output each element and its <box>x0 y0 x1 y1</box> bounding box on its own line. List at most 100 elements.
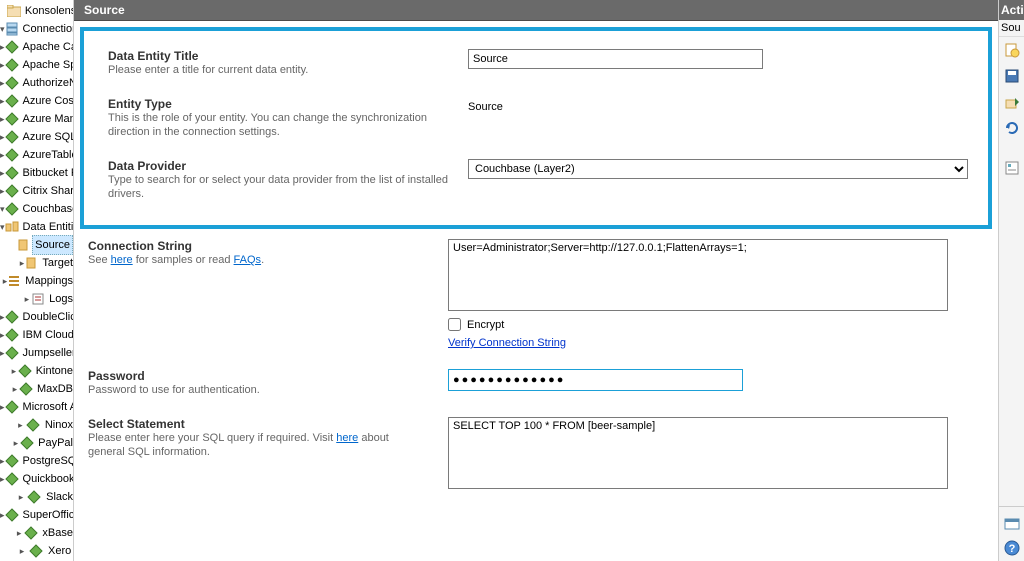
connection-icon <box>5 309 19 325</box>
tree-item-label: Apache Spark <box>21 56 74 74</box>
tree-item-label: Xero <box>46 542 71 560</box>
action-properties-button[interactable] <box>1001 157 1023 179</box>
tree-item-label: Azure CosmosDB <box>21 92 74 110</box>
tree-mappings[interactable]: ▸ Mappings <box>0 272 73 290</box>
svg-text:?: ? <box>1008 543 1015 555</box>
tree-item-label: Azure SQL <box>21 128 74 146</box>
connection-icon <box>5 111 19 127</box>
tree-connection[interactable]: ▸SuperOffice JSON <box>0 506 73 524</box>
verify-connection-link[interactable]: Verify Connection String <box>448 337 566 349</box>
et-desc: This is the role of your entity. You can… <box>108 111 448 139</box>
tree-connection[interactable]: ▸AzureTables <box>0 146 73 164</box>
tree-connection[interactable]: ▸DoubleClick AD Manager <box>0 308 73 326</box>
entity-icon <box>16 237 30 253</box>
tree-item-label: Microsoft Active Directory <box>21 398 74 416</box>
tree-de-label: Data Entities <box>21 218 74 236</box>
connection-icon <box>5 129 19 145</box>
connection-icon <box>5 57 19 73</box>
tree-item-label: AzureTables <box>21 146 74 164</box>
tree-connection[interactable]: ▸AuthorizeNet <box>0 74 73 92</box>
tree-target[interactable]: ▸ Target <box>0 254 73 272</box>
tree-item-label: Slack <box>44 488 73 506</box>
mappings-icon <box>7 273 21 289</box>
action-help-button[interactable]: ? <box>1001 537 1023 559</box>
cs-faqs-link[interactable]: FAQs <box>234 254 262 266</box>
connection-icon <box>19 381 33 397</box>
tree-data-entities[interactable]: ▾ Data Entities <box>0 218 73 236</box>
dp-title: Data Provider <box>108 159 448 173</box>
tree-connection[interactable]: ▸ Xero <box>0 542 73 560</box>
tree-connection[interactable]: ▸Apache Spark <box>0 56 73 74</box>
action-export-button[interactable] <box>1001 91 1023 113</box>
tree-mappings-label: Mappings <box>23 272 73 290</box>
tree-connection[interactable]: ▸ Kintone <box>0 362 73 380</box>
connection-icon <box>5 453 19 469</box>
expander-collapsed-icon[interactable]: ▸ <box>15 488 26 506</box>
tree-item-label: Apache Cassandra <box>21 38 74 56</box>
tree-connection[interactable]: ▸Bitbucket REST <box>0 164 73 182</box>
cs-desc: See here for samples or read FAQs. <box>88 253 428 267</box>
tree-connection[interactable]: ▸ Slack <box>0 488 73 506</box>
ss-title: Select Statement <box>88 417 428 431</box>
tree-connection[interactable]: ▸PayPal <box>0 434 73 452</box>
et-title: Entity Type <box>108 97 448 111</box>
expander-collapsed-icon[interactable]: ▸ <box>16 542 28 560</box>
expander-collapsed-icon[interactable]: ▸ <box>11 380 19 398</box>
tree-item-label: IBM Cloudant <box>21 326 74 344</box>
tree-connection[interactable]: ▸Microsoft Active Directory <box>0 398 73 416</box>
action-save-button[interactable] <box>1001 65 1023 87</box>
expander-collapsed-icon[interactable]: ▸ <box>15 416 26 434</box>
cs-here-link[interactable]: here <box>111 254 133 266</box>
folder-icon <box>7 3 21 19</box>
expander-collapsed-icon[interactable]: ▸ <box>12 434 21 452</box>
tree-item-label: DoubleClick AD Manager <box>21 308 74 326</box>
connection-string-input[interactable]: User=Administrator;Server=http://127.0.0… <box>448 239 948 311</box>
tree-connection[interactable]: ▸MaxDB <box>0 380 73 398</box>
server-icon <box>5 21 19 37</box>
tree-connection[interactable]: ▸PostgreSQL <box>0 452 73 470</box>
data-provider-select[interactable]: Couchbase (Layer2) <box>468 159 968 179</box>
action-refresh-button[interactable] <box>1001 117 1023 139</box>
tree-connection-manager[interactable]: ▾ Connection Manager <box>0 20 73 38</box>
tree-connection[interactable]: ▸IBM Cloudant <box>0 326 73 344</box>
expander-collapsed-icon[interactable]: ▸ <box>23 290 32 308</box>
pw-desc: Password to use for authentication. <box>88 383 428 397</box>
tree-item-label: Ninox <box>43 416 73 434</box>
logs-icon <box>31 291 45 307</box>
highlight-region: Data Entity Title Please enter a title f… <box>80 27 992 229</box>
tree-logs[interactable]: ▸ Logs <box>0 290 73 308</box>
data-entity-title-input[interactable] <box>468 49 763 69</box>
tree-connection[interactable]: ▸Quickbooks Online <box>0 470 73 488</box>
tree-connection[interactable]: ▸Azure CosmosDB <box>0 92 73 110</box>
tree-source[interactable]: ▶ Source <box>0 236 73 254</box>
tree-connection[interactable]: ▸Apache Cassandra <box>0 38 73 56</box>
expander-collapsed-icon[interactable]: ▸ <box>14 524 24 542</box>
tree-couchbase[interactable]: ▾ Couchbase <box>0 200 73 218</box>
tree-root-label: Konsolenstamm <box>23 2 74 20</box>
tree-connection[interactable]: ▸ Ninox <box>0 416 73 434</box>
tree-connection[interactable]: ▸xBase <box>0 524 73 542</box>
tree-connection[interactable]: ▸Azure Management <box>0 110 73 128</box>
actions-group-label: Sou <box>999 20 1024 37</box>
tree-item-label: Kintone <box>34 362 73 380</box>
tree-root[interactable]: ▶ Konsolenstamm <box>0 2 73 20</box>
connection-icon <box>5 201 19 217</box>
encrypt-checkbox[interactable] <box>448 318 461 331</box>
connection-icon <box>24 525 38 541</box>
connection-icon <box>18 363 32 379</box>
password-input[interactable] <box>448 369 743 391</box>
tree-item-label: Azure Management <box>21 110 74 128</box>
tree-connection[interactable]: ▸Azure SQL <box>0 128 73 146</box>
expander-collapsed-icon[interactable]: ▸ <box>10 362 18 380</box>
action-view-button[interactable] <box>1001 513 1023 535</box>
actions-header: Acti <box>999 0 1024 20</box>
tree-connection[interactable]: ▸Jumpseller REST <box>0 344 73 362</box>
ss-here-link[interactable]: here <box>336 432 358 444</box>
tree-connection[interactable]: ▸Citrix ShareFile <box>0 182 73 200</box>
tree-item-label: Bitbucket REST <box>21 164 74 182</box>
connection-icon <box>26 417 41 433</box>
connection-icon <box>5 399 19 415</box>
select-statement-input[interactable]: SELECT TOP 100 * FROM [beer-sample] <box>448 417 948 489</box>
tree-source-label: Source <box>32 235 73 255</box>
action-new-button[interactable] <box>1001 39 1023 61</box>
